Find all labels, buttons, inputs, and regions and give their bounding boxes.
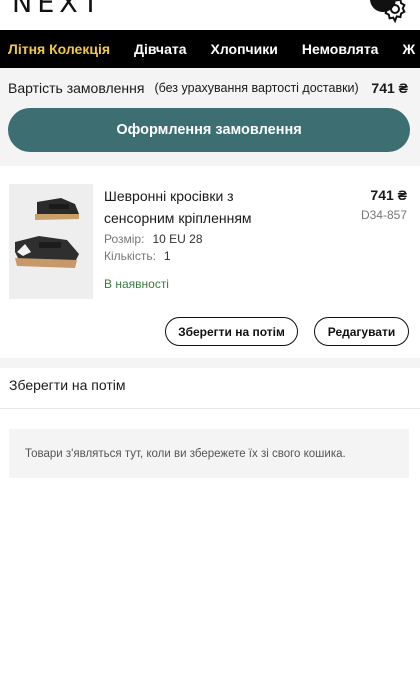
- checkout-button[interactable]: Оформлення замовлення: [8, 108, 410, 152]
- size-info: Розмір: 10 EU 28: [104, 232, 203, 246]
- saved-section-title: Зберегти на потім: [9, 377, 126, 393]
- header-actions: [370, 0, 406, 24]
- size-value: 10 EU 28: [152, 232, 203, 246]
- product-price: 741 ₴: [370, 187, 407, 203]
- saved-for-later-section: Зберегти на потім Товари з'являться тут,…: [0, 368, 420, 699]
- quantity-label: Кількість:: [104, 249, 156, 263]
- next-logo[interactable]: NEXT: [12, 0, 104, 19]
- stock-status: В наявності: [104, 277, 169, 291]
- size-label: Розмір:: [104, 232, 145, 246]
- nav-item-summer[interactable]: Літня Колекція: [0, 30, 122, 68]
- nav-item-girls[interactable]: Дівчата: [122, 30, 199, 68]
- saved-section-separator: [0, 408, 420, 409]
- edit-button[interactable]: Редагувати: [314, 317, 409, 346]
- top-header: NEXT: [0, 0, 420, 30]
- delivery-note: (без урахування вартості доставки): [154, 81, 359, 95]
- quantity-info: Кількість: 1: [104, 249, 171, 263]
- product-title[interactable]: Шевронні кросівки з сенсорним кріпленням: [104, 185, 304, 229]
- sneaker-image: [9, 184, 93, 299]
- quantity-value: 1: [163, 249, 171, 263]
- order-total-row: Вартість замовлення (без урахування варт…: [8, 80, 408, 96]
- product-image[interactable]: [9, 184, 93, 299]
- product-code: D34-857: [360, 208, 407, 222]
- settings-icon[interactable]: [380, 0, 410, 24]
- order-summary: Вартість замовлення (без урахування варт…: [0, 68, 420, 166]
- cart-item: Шевронні кросівки з сенсорним кріпленням…: [0, 176, 420, 358]
- nav-item-boys[interactable]: Хлопчики: [199, 30, 290, 68]
- nav-item-more[interactable]: Ж: [390, 30, 420, 68]
- order-total-label: Вартість замовлення: [8, 80, 145, 96]
- nav-item-babies[interactable]: Немовлята: [290, 30, 391, 68]
- section-divider: [0, 358, 420, 368]
- category-nav: Літня Колекція Дівчата Хлопчики Немовлят…: [0, 30, 420, 68]
- save-for-later-button[interactable]: Зберегти на потім: [165, 317, 298, 346]
- saved-empty-message: Товари з'являться тут, коли ви збережете…: [9, 429, 409, 478]
- order-total-value: 741 ₴: [371, 80, 408, 96]
